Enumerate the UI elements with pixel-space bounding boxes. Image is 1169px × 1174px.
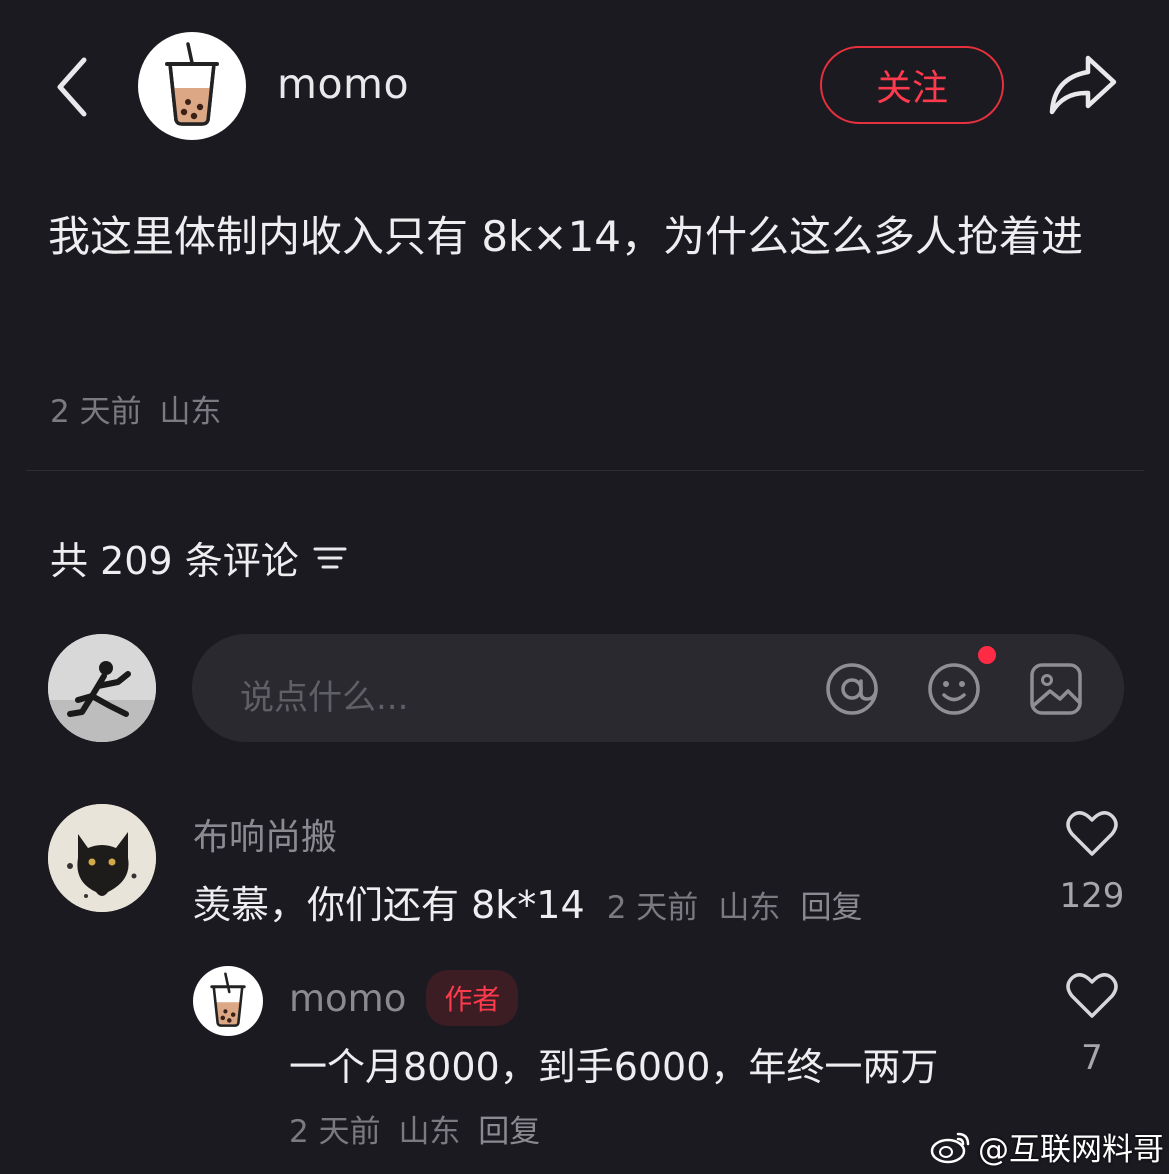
weibo-icon <box>930 1132 970 1163</box>
bubble-tea-avatar-icon <box>210 972 246 1027</box>
comment-text: 羡慕，你们还有 8k*14 <box>193 883 585 927</box>
comment-body: 羡慕，你们还有 8k*14 2 天前 山东 回复 <box>193 874 862 929</box>
reply-meta: 2 天前 山东 回复 <box>289 1106 540 1151</box>
reply-text: 一个月8000，到手6000，年终一两万 <box>289 1045 939 1089</box>
author-avatar[interactable] <box>138 32 246 140</box>
follow-button[interactable]: 关注 <box>820 46 1004 124</box>
heart-icon[interactable] <box>1065 808 1119 858</box>
reply-location: 山东 <box>398 1114 461 1150</box>
comment-input-placeholder: 说点什么... <box>240 678 409 718</box>
watermark-text: @互联网料哥 <box>978 1132 1164 1168</box>
commenter-name[interactable]: 布响尚搬 <box>193 808 337 860</box>
like-count: 129 <box>1059 876 1125 916</box>
bubble-tea-avatar-icon <box>165 42 219 126</box>
post-detail-page: momo 关注 我这里体制内收入只有 8k×14，为什么这么多人抢着进 2 天前… <box>0 0 1169 1174</box>
reply-author-row: momo 作者 <box>289 970 519 1026</box>
comment-count-header: 共 209 条评论 <box>50 530 347 585</box>
at-icon[interactable] <box>824 661 880 717</box>
commenter-avatar[interactable] <box>48 804 156 912</box>
reply-author-name[interactable]: momo <box>289 977 406 1020</box>
heart-icon[interactable] <box>1065 970 1119 1020</box>
post-location: 山东 <box>159 394 222 430</box>
reply-button[interactable]: 回复 <box>800 890 862 926</box>
reply-button[interactable]: 回复 <box>478 1114 540 1150</box>
share-arrow-icon <box>1049 55 1117 115</box>
cat-avatar-icon <box>48 804 156 912</box>
image-icon[interactable] <box>1028 661 1084 717</box>
back-button[interactable] <box>48 52 98 122</box>
emoji-notification-dot <box>978 646 996 664</box>
reply-time: 2 天前 <box>289 1114 381 1150</box>
comment-location: 山东 <box>718 890 781 926</box>
emoji-icon[interactable] <box>926 661 982 717</box>
back-arrow-icon <box>57 57 87 117</box>
reply-author-avatar[interactable] <box>193 966 263 1036</box>
comment-count-label: 共 209 条评论 <box>50 539 299 583</box>
current-user-avatar[interactable] <box>48 634 156 742</box>
like-count: 7 <box>1081 1038 1103 1078</box>
comment-time: 2 天前 <box>606 890 699 926</box>
post-time: 2 天前 <box>50 394 142 430</box>
comment-input[interactable]: 说点什么... <box>192 634 1124 742</box>
filter-icon[interactable] <box>313 543 347 573</box>
share-button[interactable] <box>1046 50 1120 120</box>
author-badge: 作者 <box>426 970 519 1026</box>
divider <box>26 470 1144 471</box>
runner-avatar-icon <box>48 634 156 742</box>
post-meta: 2 天前 山东 <box>50 386 221 431</box>
post-text: 我这里体制内收入只有 8k×14，为什么这么多人抢着进 <box>48 212 1084 261</box>
author-name[interactable]: momo <box>277 60 409 108</box>
watermark: @互联网料哥 <box>930 1124 1164 1169</box>
